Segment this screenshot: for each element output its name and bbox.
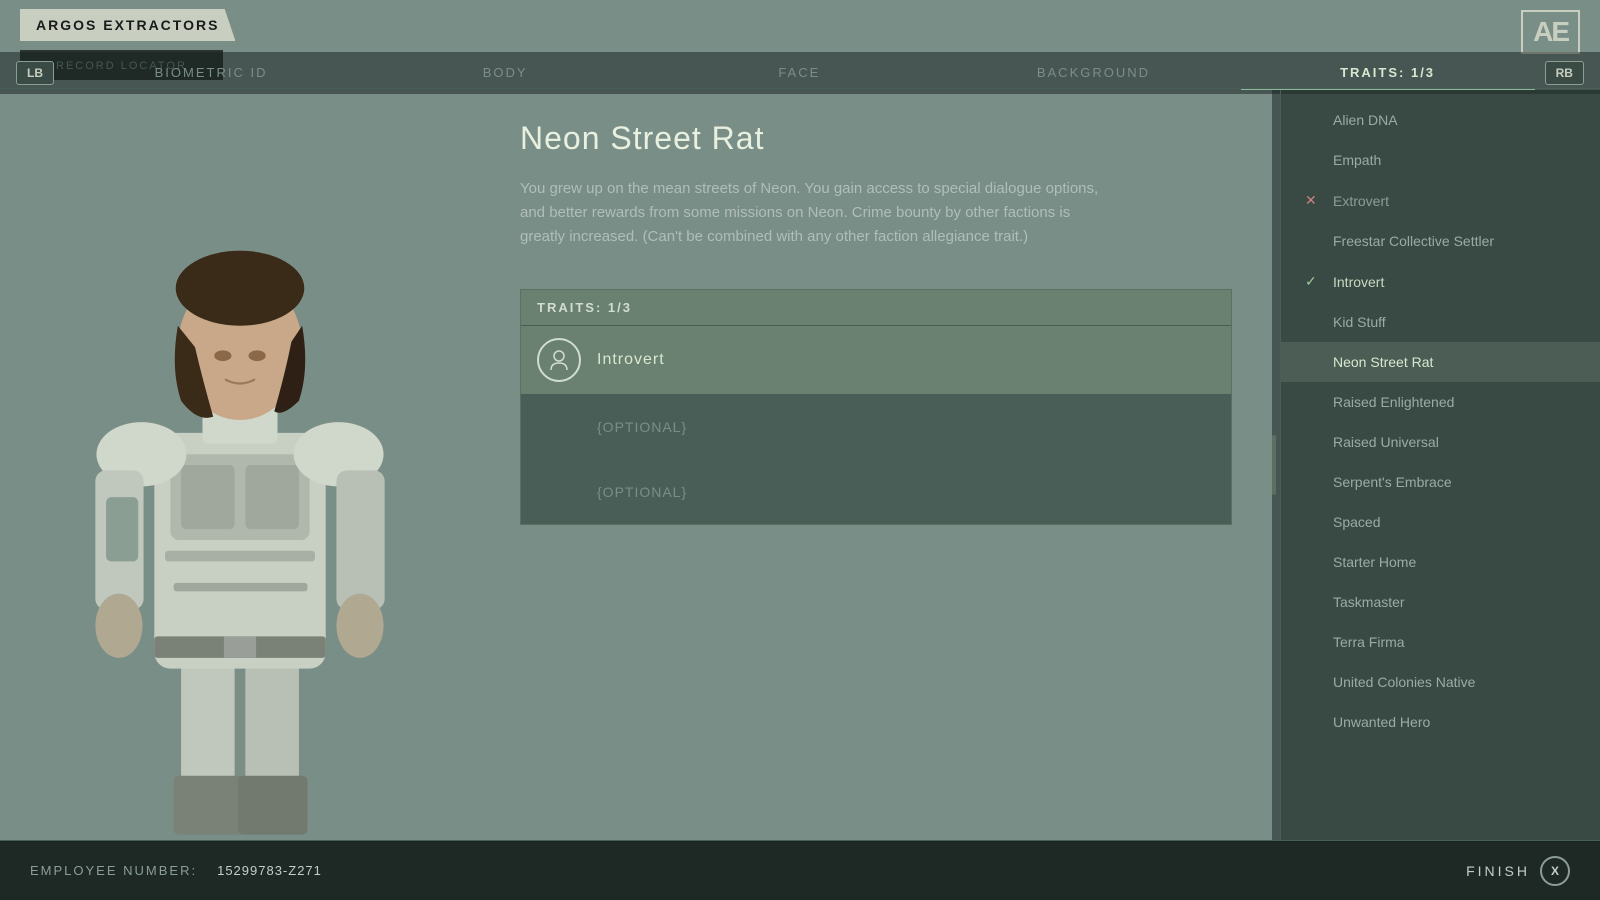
trait-list-item[interactable]: Raised Enlightened xyxy=(1281,382,1600,422)
trait-list-item[interactable]: Kid Stuff xyxy=(1281,302,1600,342)
trait-list-item[interactable]: Freestar Collective Settler xyxy=(1281,221,1600,261)
trait-slot-1[interactable]: Introvert xyxy=(521,325,1231,394)
main-content: Neon Street Rat You grew up on the mean … xyxy=(0,90,1600,840)
trait-list-item[interactable]: Raised Universal xyxy=(1281,422,1600,462)
employee-label: EMPLOYEE NUMBER: xyxy=(30,863,197,878)
portrait-area xyxy=(0,90,480,840)
ae-logo: AE xyxy=(1521,10,1580,54)
trait-slot-1-name: Introvert xyxy=(597,351,665,369)
trait-list: Alien DNA Empath ✕ Extrovert Freestar Collec… xyxy=(1281,100,1600,742)
trait-list-label: Empath xyxy=(1333,152,1576,168)
rb-button[interactable]: RB xyxy=(1545,61,1584,85)
trait-list-label: Neon Street Rat xyxy=(1333,354,1576,370)
trait-list-item[interactable]: Empath xyxy=(1281,140,1600,180)
trait-list-label: Starter Home xyxy=(1333,554,1576,570)
trait-slot-3[interactable]: {OPTIONAL} xyxy=(521,459,1231,524)
employee-number: 15299783-Z271 xyxy=(217,863,322,878)
trait-list-item[interactable]: Unwanted Hero xyxy=(1281,702,1600,742)
character-portrait xyxy=(0,90,480,840)
trait-slot-3-label: {OPTIONAL} xyxy=(597,484,687,500)
tab-traits[interactable]: TRAITS: 1/3 xyxy=(1241,57,1535,90)
trait-list-item[interactable]: ✕ Extrovert xyxy=(1281,180,1600,221)
header-brand: ARGOS EXTRACTORS xyxy=(20,9,235,41)
trait-list-label: Raised Enlightened xyxy=(1333,394,1576,410)
trait-list-item[interactable]: Neon Street Rat xyxy=(1281,342,1600,382)
trait-list-label: Alien DNA xyxy=(1333,112,1576,128)
trait-list-item[interactable]: Starter Home xyxy=(1281,542,1600,582)
scroll-divider xyxy=(1272,90,1280,840)
trait-marker: ✓ xyxy=(1305,273,1323,290)
header-top: ARGOS EXTRACTORS AE xyxy=(0,0,1600,50)
tab-face[interactable]: FACE xyxy=(652,57,946,89)
trait-title: Neon Street Rat xyxy=(520,120,1232,157)
trait-slot-2-label: {OPTIONAL} xyxy=(597,419,687,435)
finish-circle[interactable]: X xyxy=(1540,856,1570,886)
trait-list-label: Spaced xyxy=(1333,514,1576,530)
trait-marker: ✕ xyxy=(1305,192,1323,209)
finish-label: FINISH xyxy=(1466,863,1530,879)
tab-body[interactable]: BODY xyxy=(358,57,652,89)
trait-list-label: Raised Universal xyxy=(1333,434,1576,450)
x-mark-icon: ✕ xyxy=(1305,192,1317,208)
trait-list-label: United Colonies Native xyxy=(1333,674,1576,690)
trait-list-label: Serpent's Embrace xyxy=(1333,474,1576,490)
top-divider xyxy=(0,88,1600,89)
trait-list-panel: Alien DNA Empath ✕ Extrovert Freestar Collec… xyxy=(1280,90,1600,840)
trait-list-label: Unwanted Hero xyxy=(1333,714,1576,730)
trait-list-item[interactable]: Serpent's Embrace xyxy=(1281,462,1600,502)
traits-header: TRAITS: 1/3 xyxy=(521,290,1231,325)
trait-description: You grew up on the mean streets of Neon.… xyxy=(520,177,1100,249)
trait-list-label: Terra Firma xyxy=(1333,634,1576,650)
trait-slot-2[interactable]: {OPTIONAL} xyxy=(521,394,1231,459)
trait-list-item[interactable]: Taskmaster xyxy=(1281,582,1600,622)
trait-list-label: Kid Stuff xyxy=(1333,314,1576,330)
finish-button[interactable]: FINISH X xyxy=(1466,856,1570,886)
brand-name: ARGOS EXTRACTORS xyxy=(20,9,235,41)
footer: EMPLOYEE NUMBER: 15299783-Z271 FINISH X xyxy=(0,840,1600,900)
trait-list-label: Taskmaster xyxy=(1333,594,1576,610)
center-panel: Neon Street Rat You grew up on the mean … xyxy=(480,90,1272,840)
trait-list-item[interactable]: Terra Firma xyxy=(1281,622,1600,662)
trait-list-item[interactable]: Alien DNA xyxy=(1281,100,1600,140)
trait-list-item[interactable]: ✓ Introvert xyxy=(1281,261,1600,302)
tab-background[interactable]: BACKGROUND xyxy=(946,57,1240,89)
check-mark-icon: ✓ xyxy=(1305,273,1317,289)
scroll-indicator xyxy=(1272,435,1276,495)
lb-button[interactable]: LB xyxy=(16,61,54,85)
trait-list-item[interactable]: United Colonies Native xyxy=(1281,662,1600,702)
tab-biometric[interactable]: BIOMETRIC ID xyxy=(64,57,358,89)
trait-list-item[interactable]: Spaced xyxy=(1281,502,1600,542)
trait-list-label: Freestar Collective Settler xyxy=(1333,233,1576,249)
traits-container: TRAITS: 1/3 Introvert {OPTIONAL} {OPTION… xyxy=(520,289,1232,525)
introvert-icon xyxy=(537,338,581,382)
trait-list-label: Introvert xyxy=(1333,274,1576,290)
trait-list-label: Extrovert xyxy=(1333,193,1576,209)
